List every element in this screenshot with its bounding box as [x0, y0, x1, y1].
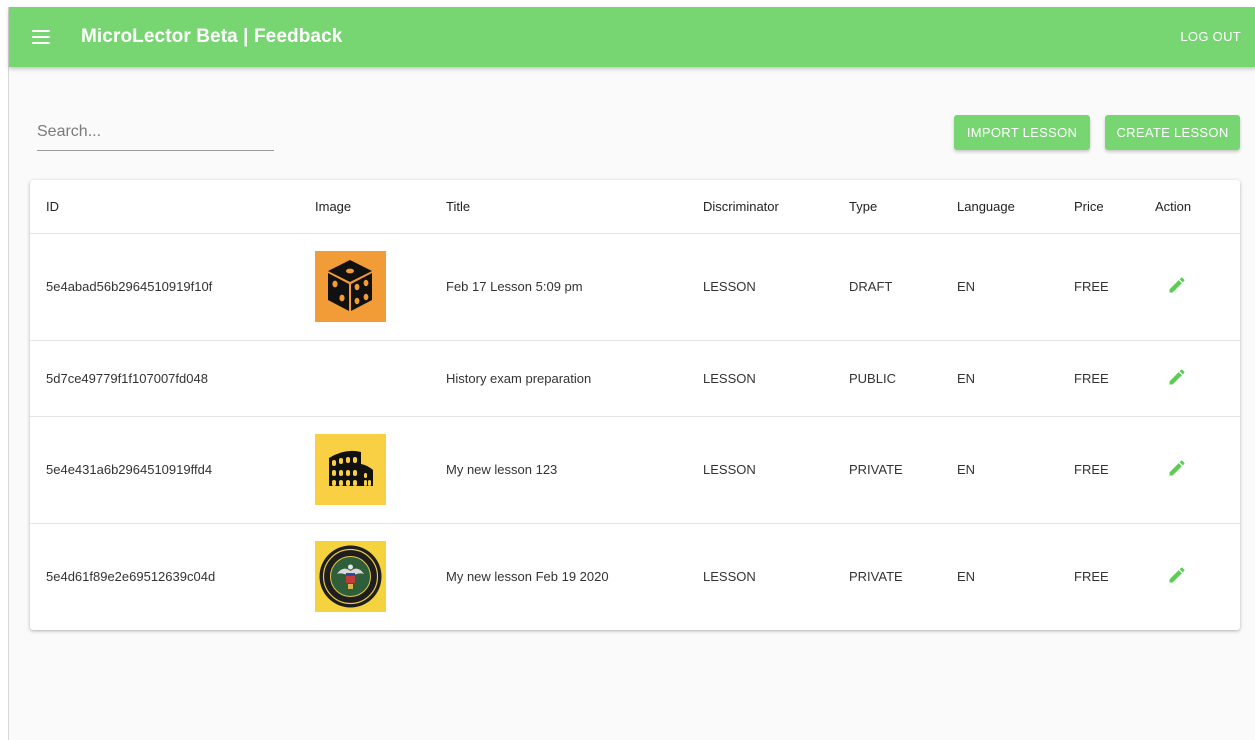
cell-type: PRIVATE — [849, 569, 903, 585]
cell-discriminator: LESSON — [703, 233, 849, 341]
table-row[interactable]: 5e4d61f89e2e69512639c04d My new lesson F… — [30, 523, 1240, 630]
menu-icon[interactable] — [31, 29, 51, 45]
cell-type: DRAFT — [849, 233, 957, 341]
cell-language: EN — [957, 569, 976, 585]
lessons-table-card: ID Image Title Discriminator Type Langua… — [30, 180, 1240, 630]
cell-price: FREE — [1074, 233, 1155, 341]
cell-discriminator: LESSON — [703, 340, 849, 417]
army-seal-icon — [315, 541, 386, 613]
table-row[interactable]: 5d7ce49779f1f107007fd048 History exam pr… — [30, 340, 1240, 417]
edit-pencil-icon[interactable] — [1167, 367, 1187, 387]
app-title: MicroLector Beta | Feedback — [81, 26, 343, 47]
cell-discriminator: LESSON — [703, 569, 756, 585]
cell-discriminator: LESSON — [703, 416, 849, 524]
cell-price: FREE — [1074, 340, 1155, 417]
header-price[interactable]: Price — [1074, 180, 1155, 234]
create-lesson-button[interactable]: CREATE LESSON — [1105, 115, 1240, 150]
cell-title: My new lesson Feb 19 2020 — [446, 569, 609, 585]
cell-image — [315, 416, 446, 524]
cell-language: EN — [957, 233, 1074, 341]
dice-icon — [315, 251, 386, 322]
table-row[interactable]: 5e4abad56b2964510919f10f Feb 17 Lesson 5… — [30, 233, 1240, 341]
cell-price: FREE — [1074, 569, 1109, 585]
header-language[interactable]: Language — [957, 180, 1074, 234]
cell-title: My new lesson 123 — [446, 416, 703, 524]
cell-image — [315, 523, 446, 630]
cell-image — [315, 340, 446, 417]
header-action: Action — [1155, 180, 1240, 234]
import-lesson-button[interactable]: IMPORT LESSON — [954, 115, 1090, 150]
header-title[interactable]: Title — [446, 180, 703, 234]
edit-pencil-icon[interactable] — [1167, 458, 1187, 478]
cell-action — [1155, 340, 1240, 417]
cell-title: Feb 17 Lesson 5:09 pm — [446, 233, 703, 341]
app-bar: MicroLector Beta | Feedback LOG OUT — [9, 7, 1255, 67]
cell-id: 5e4e431a6b2964510919ffd4 — [30, 416, 315, 524]
cell-type: PUBLIC — [849, 340, 957, 417]
header-image[interactable]: Image — [315, 180, 446, 234]
edit-pencil-icon[interactable] — [1167, 275, 1187, 295]
edit-pencil-icon[interactable] — [1167, 565, 1187, 585]
cell-image — [315, 233, 446, 341]
cell-title: History exam preparation — [446, 340, 703, 417]
cell-action — [1155, 416, 1240, 524]
cell-action — [1155, 233, 1240, 341]
header-discriminator[interactable]: Discriminator — [703, 180, 849, 234]
cell-id: 5e4d61f89e2e69512639c04d — [46, 569, 216, 585]
search-input[interactable] — [37, 119, 274, 151]
logout-button[interactable]: LOG OUT — [1180, 29, 1241, 44]
cell-id: 5d7ce49779f1f107007fd048 — [30, 340, 315, 417]
lessons-table: ID Image Title Discriminator Type Langua… — [30, 180, 1240, 630]
cell-language: EN — [957, 416, 1074, 524]
table-row[interactable]: 5e4e431a6b2964510919ffd4 My new lesson 1… — [30, 416, 1240, 524]
header-id[interactable]: ID — [30, 180, 315, 234]
cell-id: 5e4abad56b2964510919f10f — [30, 233, 315, 341]
header-type[interactable]: Type — [849, 180, 957, 234]
app-window: MicroLector Beta | Feedback LOG OUT IMPO… — [8, 7, 1255, 740]
table-header-row: ID Image Title Discriminator Type Langua… — [30, 180, 1240, 234]
colosseum-icon — [315, 434, 386, 505]
cell-action — [1155, 523, 1240, 630]
cell-price: FREE — [1074, 416, 1155, 524]
cell-type: PRIVATE — [849, 416, 957, 524]
cell-language: EN — [957, 340, 1074, 417]
